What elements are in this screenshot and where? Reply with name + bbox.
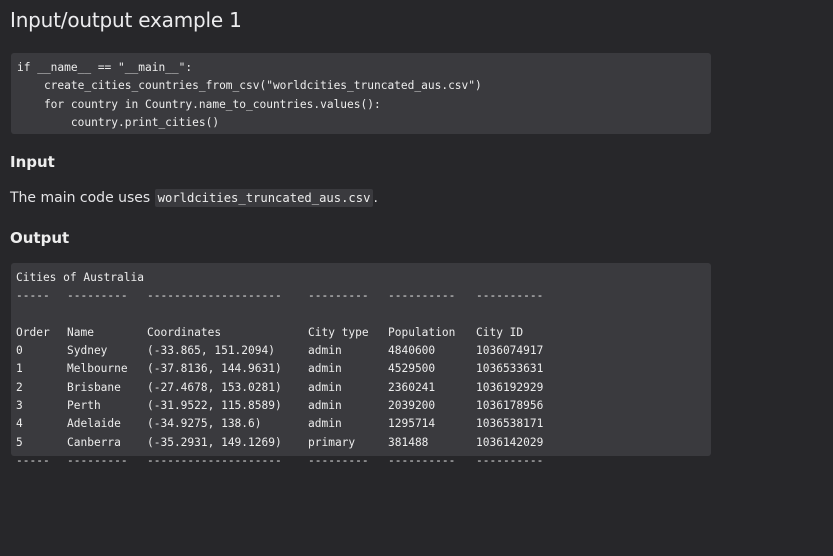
cell-population: 2360241 <box>388 380 436 394</box>
table-row: 1 Melbourne (-37.8136, 144.9631) admin 4… <box>16 360 711 378</box>
separator: ---------- <box>476 289 544 303</box>
cell-population: 4529500 <box>388 362 436 376</box>
cell-city-id: 1036178956 <box>476 399 544 413</box>
cell-city-id: 1036142029 <box>476 435 544 449</box>
cell-city-id: 1036192929 <box>476 380 544 394</box>
cell-city-type: primary <box>308 435 356 449</box>
separator-row: ----- --------- -------------------- ---… <box>16 452 711 470</box>
table-row: 4 Adelaide (-34.9275, 138.6) admin 12957… <box>16 415 711 433</box>
cell-city-id: 1036538171 <box>476 417 544 431</box>
input-heading: Input <box>10 153 55 171</box>
table-row: 5 Canberra (-35.2931, 149.1269) primary … <box>16 434 711 452</box>
code-line: if __name__ == "__main__": <box>17 61 193 74</box>
separator: --------- <box>67 289 128 303</box>
output-title: Cities of Australia <box>16 271 144 284</box>
separator: ---------- <box>388 289 456 303</box>
input-text-end: . <box>373 190 378 206</box>
cell-city-type: admin <box>308 380 342 394</box>
table-row: 3 Perth (-31.9522, 115.8589) admin 20392… <box>16 397 711 415</box>
cell-order: 2 <box>16 380 23 394</box>
separator-row: ----- --------- -------------------- ---… <box>16 287 711 305</box>
cell-city-type: admin <box>308 399 342 413</box>
separator: --------- <box>308 289 369 303</box>
cell-city-id: 1036533631 <box>476 362 544 376</box>
cell-name: Perth <box>67 399 101 413</box>
cell-name: Melbourne <box>67 362 128 376</box>
header-population: Population <box>388 325 456 339</box>
cell-city-type: admin <box>308 417 342 431</box>
cell-population: 2039200 <box>388 399 436 413</box>
cell-coordinates: (-31.9522, 115.8589) <box>147 399 282 413</box>
cell-name: Sydney <box>67 344 108 358</box>
table-row: 2 Brisbane (-27.4678, 153.0281) admin 23… <box>16 379 711 397</box>
header-city-type: City type <box>308 325 369 339</box>
code-line: country.print_cities() <box>17 115 220 129</box>
page: Input/output example 1 if __name__ == "_… <box>0 0 833 467</box>
separator: ----- <box>16 453 50 467</box>
main-code-block[interactable]: if __name__ == "__main__": create_cities… <box>11 53 711 134</box>
header-order: Order <box>16 325 50 339</box>
output-heading: Output <box>10 229 70 247</box>
code-line: create_cities_countries_from_csv("worldc… <box>17 79 482 93</box>
output-block[interactable]: Cities of Australia ----- --------- ----… <box>11 263 711 467</box>
section-title: Input/output example 1 <box>10 8 242 32</box>
separator: --------- <box>308 453 369 467</box>
separator: -------------------- <box>147 453 282 467</box>
header-city-id: City ID <box>476 325 524 339</box>
cell-order: 0 <box>16 344 23 358</box>
cell-population: 1295714 <box>388 417 436 431</box>
cell-name: Canberra <box>67 435 121 449</box>
cell-order: 4 <box>16 417 23 431</box>
output-table: ----- --------- -------------------- ---… <box>16 287 711 470</box>
cell-name: Adelaide <box>67 417 121 431</box>
header-row: Order Name Coordinates City type Populat… <box>16 324 711 342</box>
input-text: The main code uses <box>10 190 155 206</box>
cell-coordinates: (-34.9275, 138.6) <box>147 417 262 431</box>
cell-coordinates: (-35.2931, 149.1269) <box>147 435 282 449</box>
table-row: 0 Sydney (-33.865, 151.2094) admin 48406… <box>16 342 711 360</box>
separator: -------------------- <box>147 289 282 303</box>
cell-coordinates: (-27.4678, 153.0281) <box>147 380 282 394</box>
cell-city-type: admin <box>308 362 342 376</box>
separator: ----- <box>16 289 50 303</box>
input-filename-code: worldcities_truncated_aus.csv <box>154 189 374 207</box>
cell-population: 4840600 <box>388 344 436 358</box>
header-name: Name <box>67 325 94 339</box>
cell-city-type: admin <box>308 344 342 358</box>
cell-order: 5 <box>16 435 23 449</box>
cell-order: 1 <box>16 362 23 376</box>
cell-city-id: 1036074917 <box>476 344 544 358</box>
header-coordinates: Coordinates <box>147 325 222 339</box>
cell-name: Brisbane <box>67 380 121 394</box>
code-line: for country in Country.name_to_countries… <box>17 97 381 111</box>
separator: --------- <box>67 453 128 467</box>
separator: ---------- <box>476 453 544 467</box>
cell-coordinates: (-33.865, 151.2094) <box>147 344 275 358</box>
separator: ---------- <box>388 453 456 467</box>
cell-order: 3 <box>16 399 23 413</box>
input-description: The main code uses worldcities_truncated… <box>10 189 378 207</box>
cell-population: 381488 <box>388 435 429 449</box>
cell-coordinates: (-37.8136, 144.9631) <box>147 362 282 376</box>
